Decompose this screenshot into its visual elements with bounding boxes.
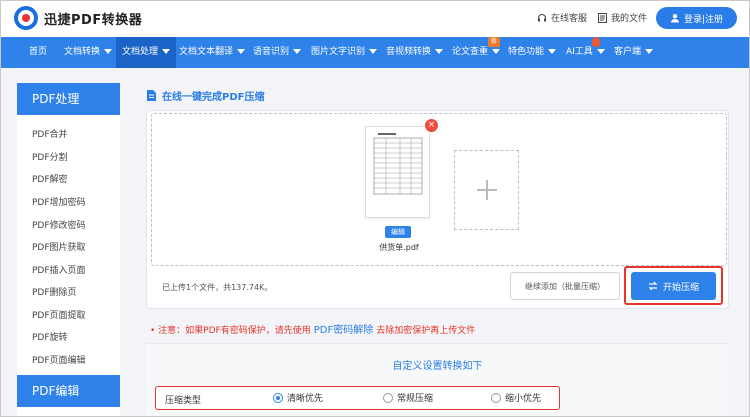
sidebar-item-extract-page[interactable]: PDF页面提取 [32, 308, 86, 321]
chevron-down-icon [369, 49, 378, 54]
sidebar-item-split[interactable]: PDF分割 [32, 150, 68, 163]
radio-selected-icon [273, 392, 283, 403]
chevron-down-icon [104, 49, 113, 54]
continue-add-button[interactable]: 继续添加（批量压缩） [510, 272, 620, 300]
swap-arrows-icon [648, 281, 658, 291]
chevron-down-icon [548, 49, 557, 54]
nav-special-features[interactable]: 特色功能 [508, 37, 557, 68]
sidebar-item-extract-images[interactable]: PDF图片获取 [32, 240, 86, 253]
top-header: 迅捷PDF转换器 在线客服 我的文件 登录|注册 [0, 0, 750, 37]
logo-icon [14, 6, 38, 30]
chevron-down-icon [645, 49, 654, 54]
nav-image-ocr[interactable]: 图片文字识别 [311, 37, 378, 68]
chevron-down-icon [237, 49, 246, 54]
nav-client[interactable]: 客户端 [614, 37, 654, 68]
password-notice: • 注意：如果PDF有密码保护，请先使用 PDF密码解除 去除加密保护再上传文件 [150, 321, 475, 336]
add-file-button[interactable] [454, 150, 519, 230]
file-icon [147, 90, 156, 101]
nav-doc-process[interactable]: 文档处理 [116, 37, 177, 68]
main-nav: 首页 文档转换 文档处理 文档文本翻译 语音识别 图片文字识别 音视频转换 论文… [0, 37, 750, 68]
chevron-down-icon [293, 49, 302, 54]
notice-bullet: • [150, 326, 159, 336]
radio-clarity-first[interactable]: 清晰优先 [273, 391, 323, 404]
page-title-row: 在线一键完成PDF压缩 [147, 88, 264, 103]
nav-av-convert[interactable]: 音视频转换 [386, 37, 444, 68]
user-icon [670, 14, 679, 23]
document-icon [598, 12, 607, 23]
nav-doc-translate[interactable]: 文档文本翻译 [179, 37, 246, 68]
chevron-down-icon [596, 49, 605, 54]
radio-unselected-icon [383, 392, 393, 403]
document-preview-icon [373, 133, 423, 195]
sidebar: PDF处理 PDF合并 PDF分割 PDF解密 PDF增加密码 PDF修改密码 … [17, 83, 120, 417]
edit-tag-button[interactable]: 编辑 [385, 226, 411, 238]
my-files-label: 我的文件 [611, 14, 648, 24]
pdf-decrypt-link[interactable]: PDF密码解除 [314, 325, 373, 336]
customer-service-label: 在线客服 [551, 14, 588, 24]
sidebar-item-insert-page[interactable]: PDF插入页面 [32, 263, 86, 276]
page-title: 在线一键完成PDF压缩 [162, 92, 265, 103]
radio-size-first[interactable]: 缩小优先 [491, 391, 541, 404]
radio-unselected-icon [491, 392, 501, 403]
delete-file-icon[interactable]: × [425, 119, 438, 132]
chevron-down-icon [162, 49, 171, 54]
start-compress-button[interactable]: 开始压缩 [631, 272, 716, 300]
sidebar-item-delete-page[interactable]: PDF删除页 [32, 285, 77, 298]
sidebar-item-change-password[interactable]: PDF修改密码 [32, 218, 86, 231]
radio-normal-compress[interactable]: 常规压缩 [383, 391, 433, 404]
my-files-link[interactable]: 我的文件 [598, 11, 647, 24]
compress-type-label: 压缩类型 [165, 396, 202, 406]
chevron-down-icon [435, 49, 444, 54]
sidebar-section-pdf-edit[interactable]: PDF编辑 [17, 375, 120, 407]
login-register-button[interactable]: 登录|注册 [656, 7, 737, 29]
headset-icon [538, 13, 546, 21]
logo[interactable]: 迅捷PDF转换器 [14, 6, 142, 30]
logo-text: 迅捷PDF转换器 [44, 12, 143, 28]
plus-icon [476, 180, 497, 200]
file-dropzone[interactable] [151, 113, 727, 266]
notice-text-before: 注意：如果PDF有密码保护，请先使用 [158, 326, 311, 336]
nav-speech-recognition[interactable]: 语音识别 [253, 37, 302, 68]
customer-service-link[interactable]: 在线客服 [537, 11, 587, 24]
sidebar-section-pdf-process[interactable]: PDF处理 [17, 83, 120, 115]
new-badge: 新 [488, 37, 500, 47]
file-thumbnail[interactable] [365, 126, 430, 218]
sidebar-item-rotate[interactable]: PDF旋转 [32, 330, 68, 343]
settings-title: 自定义设置转换如下 [392, 361, 483, 372]
nav-home[interactable]: 首页 [29, 37, 47, 68]
sidebar-item-page-edit[interactable]: PDF页面编辑 [32, 353, 86, 366]
upload-status: 已上传1个文件，共137.74K。 [162, 283, 273, 292]
sidebar-item-add-password[interactable]: PDF增加密码 [32, 195, 86, 208]
notice-text-after: 去除加密保护再上传文件 [376, 326, 476, 336]
flame-icon [592, 37, 600, 47]
chevron-down-icon [492, 49, 501, 54]
login-register-label: 登录|注册 [683, 14, 724, 25]
file-name: 供货单.pdf [379, 243, 419, 252]
sidebar-item-merge[interactable]: PDF合并 [32, 127, 68, 140]
sidebar-item-decrypt[interactable]: PDF解密 [32, 172, 68, 185]
nav-doc-convert[interactable]: 文档转换 [64, 37, 113, 68]
